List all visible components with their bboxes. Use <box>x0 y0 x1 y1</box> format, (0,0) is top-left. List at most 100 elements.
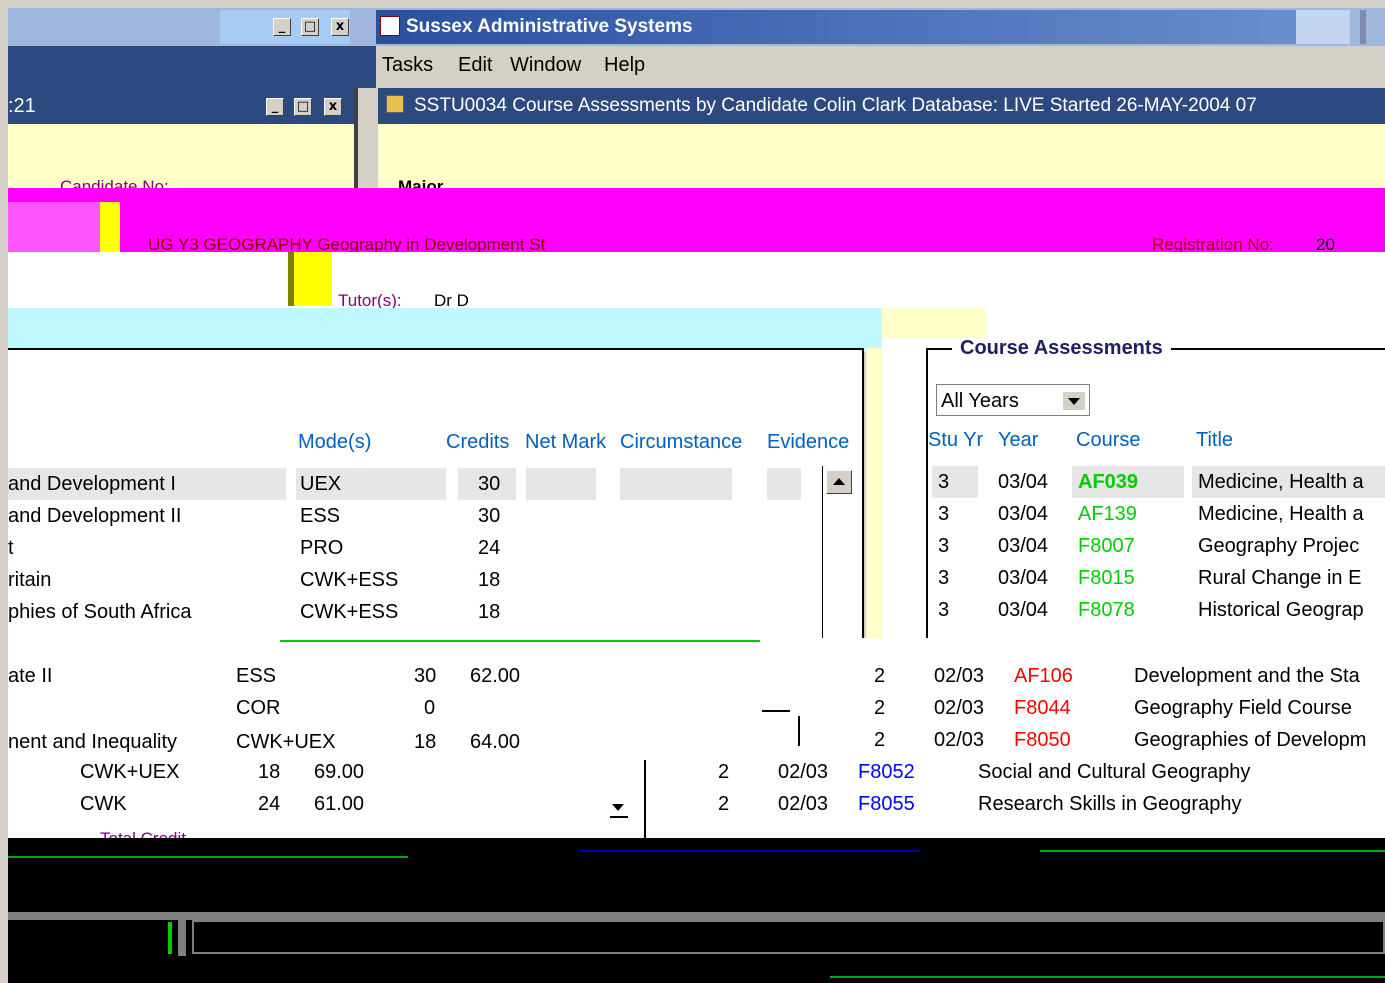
row3-mode: PRO <box>300 537 344 559</box>
ca-row4-course[interactable]: F8015 <box>1078 568 1135 588</box>
row1-circumstance-field[interactable] <box>620 468 732 500</box>
s1-row3-credits: 18 <box>414 731 437 753</box>
s1-row3-mark: 64.00 <box>470 731 521 753</box>
s2-row2-mark: 61.00 <box>314 793 365 815</box>
row3-credits: 24 <box>478 537 501 559</box>
minimize-button[interactable]: _ <box>273 18 291 36</box>
panel-side-yellow <box>866 348 882 638</box>
menu-help[interactable]: Help <box>604 55 645 75</box>
s1-ca-row2-year: 02/03 <box>934 697 985 719</box>
s1-row3-mode: CWK+UEX <box>236 731 336 753</box>
s1-row1-mode: ESS <box>236 665 277 687</box>
corrupt-gray-tick <box>178 912 186 956</box>
group-border-left <box>926 348 928 638</box>
s2-ca-row2-stu: 2 <box>718 793 730 815</box>
menu-tasks[interactable]: Tasks <box>382 55 433 75</box>
yellow-bar-left <box>100 202 120 252</box>
s2-row1-mark: 69.00 <box>314 761 365 783</box>
registration-value: 20 <box>1316 235 1335 254</box>
scroll-down-button[interactable] <box>604 794 634 822</box>
s2-row1-credits: 18 <box>258 761 281 783</box>
s1-ca-row1-course[interactable]: AF106 <box>1014 666 1073 686</box>
col-header-stu-yr: Stu Yr <box>928 429 984 451</box>
scroll-up-icon <box>833 478 845 485</box>
ca-row2-year: 03/04 <box>998 503 1049 525</box>
row1-credits: 30 <box>478 473 501 495</box>
left-maximize-button[interactable]: □ <box>294 98 312 116</box>
s2-ca-row1-course[interactable]: F8052 <box>858 762 915 782</box>
year-filter-select[interactable]: All Years <box>936 384 1090 416</box>
magenta-gap <box>8 202 100 252</box>
maximize-button[interactable]: □ <box>301 18 319 36</box>
ca-row1-course[interactable]: AF039 <box>1078 472 1138 492</box>
corrupt-gray-frame <box>192 920 1385 954</box>
ca-row2-course[interactable]: AF139 <box>1078 504 1137 524</box>
ca-row1-stu-yr: 3 <box>938 471 950 493</box>
row5-title: phies of South Africa <box>8 601 192 623</box>
white-right-top <box>986 308 1385 338</box>
left-minimize-button[interactable]: _ <box>266 98 284 116</box>
row4-title: ritain <box>8 569 52 591</box>
year-filter-value: All Years <box>941 390 1019 412</box>
col-header-title: Title <box>1196 429 1234 451</box>
glitch-green-line <box>280 640 760 642</box>
s1-ca-row1-stu: 2 <box>874 665 886 687</box>
ca-row4-title: Rural Change in E <box>1198 567 1362 589</box>
s1-ca-row2-course[interactable]: F8044 <box>1014 698 1071 718</box>
programme-text: UG Y3 GEOGRAPHY Geography in Development… <box>148 235 546 254</box>
shifted-underline <box>762 710 790 712</box>
s2-ca-row2-course[interactable]: F8055 <box>858 794 915 814</box>
major-label: Major <box>398 178 444 188</box>
s1-ca-row1-title: Development and the Sta <box>1134 665 1360 687</box>
ca-row1-title: Medicine, Health a <box>1198 471 1364 493</box>
dropdown-arrow-icon[interactable] <box>1063 392 1085 410</box>
close-button[interactable]: x <box>331 18 349 36</box>
row5-credits: 18 <box>478 601 501 623</box>
form-window-icon <box>386 95 404 113</box>
left-close-button[interactable]: x <box>324 98 342 116</box>
s1-ca-row1-year: 02/03 <box>934 665 985 687</box>
s1-ca-row3-year: 02/03 <box>934 729 985 751</box>
row5-mode: CWK+ESS <box>300 601 399 623</box>
titlebar-right-strip <box>1296 10 1350 44</box>
left-window-title: :21 <box>8 95 36 117</box>
s2-row1-mode: CWK+UEX <box>80 761 180 783</box>
corrupt-gray-bar <box>8 912 1385 920</box>
s2-ca-row2-title: Research Skills in Geography <box>978 793 1242 815</box>
candidate-label: Candidate No: <box>60 178 169 188</box>
corrupt-line-green-2 <box>1040 850 1385 852</box>
shifted-divider <box>798 716 800 746</box>
row1-mode: UEX <box>300 473 342 495</box>
s1-row3-title: nent and Inequality <box>8 731 178 753</box>
ca-row2-title: Medicine, Health a <box>1198 503 1364 525</box>
s1-row2-credits: 0 <box>424 697 436 719</box>
row1-mark-field[interactable] <box>526 468 596 500</box>
left-window-border <box>354 88 358 188</box>
s1-ca-row3-course[interactable]: F8050 <box>1014 730 1071 750</box>
s1-ca-row2-title: Geography Field Course <box>1134 697 1352 719</box>
app-icon <box>380 16 400 36</box>
s1-ca-row3-stu: 2 <box>874 729 886 751</box>
ca-row5-title: Historical Geograp <box>1198 599 1364 621</box>
corrupt-bottom-green <box>830 976 1385 978</box>
scroll-up-button[interactable] <box>826 470 852 494</box>
cyan-band <box>8 308 882 352</box>
ca-row5-course[interactable]: F8078 <box>1078 600 1135 620</box>
s2-ca-row2-year: 02/03 <box>778 793 829 815</box>
menu-edit[interactable]: Edit <box>458 55 492 75</box>
row1-evidence-field[interactable] <box>767 468 801 500</box>
col-header-mode: Mode(s) <box>298 431 372 453</box>
ca-row3-course[interactable]: F8007 <box>1078 536 1135 556</box>
white-strip <box>8 252 1385 308</box>
s1-ca-row2-stu: 2 <box>874 697 886 719</box>
col-header-circumstance: Circumstance <box>620 431 743 453</box>
ca-row4-year: 03/04 <box>998 567 1049 589</box>
ca-row3-stu-yr: 3 <box>938 535 950 557</box>
s1-row1-title: ate II <box>8 665 53 687</box>
ca-row3-title: Geography Projec <box>1198 535 1360 557</box>
menu-window[interactable]: Window <box>510 55 581 75</box>
s2-row2-credits: 24 <box>258 793 281 815</box>
form-window-body <box>378 124 1385 188</box>
col-header-course: Course <box>1076 429 1141 451</box>
row4-mode: CWK+ESS <box>300 569 399 591</box>
